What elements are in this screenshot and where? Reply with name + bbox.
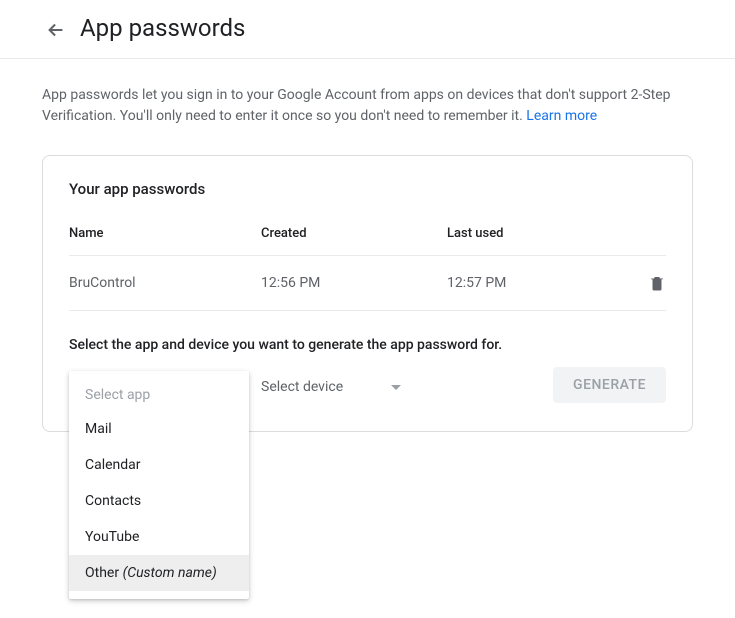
dropdown-item-other[interactable]: Other (Custom name) bbox=[69, 555, 249, 591]
column-created-header: Created bbox=[261, 226, 447, 241]
select-app-dropdown: Select app Mail Calendar Contacts YouTub… bbox=[69, 371, 249, 599]
dropdown-item-mail[interactable]: Mail bbox=[69, 411, 249, 447]
page-header: App passwords bbox=[0, 0, 735, 59]
dropdown-item-contacts[interactable]: Contacts bbox=[69, 483, 249, 519]
select-device-dropdown[interactable]: Select device bbox=[261, 371, 401, 403]
row-lastused: 12:57 PM bbox=[447, 275, 626, 291]
select-device-label: Select device bbox=[261, 379, 343, 395]
section-title: Your app passwords bbox=[69, 180, 666, 198]
app-passwords-card: Your app passwords Name Created Last use… bbox=[42, 155, 693, 432]
delete-icon[interactable] bbox=[626, 274, 666, 292]
generate-button[interactable]: GENERATE bbox=[553, 367, 666, 403]
select-app-placeholder: Select app bbox=[69, 379, 249, 411]
back-arrow-icon[interactable] bbox=[44, 18, 68, 42]
chevron-down-icon bbox=[391, 379, 401, 395]
table-row: BruControl 12:56 PM 12:57 PM bbox=[69, 256, 666, 311]
column-name-header: Name bbox=[69, 226, 261, 241]
column-lastused-header: Last used bbox=[447, 226, 626, 241]
dropdown-item-youtube[interactable]: YouTube bbox=[69, 519, 249, 555]
column-action-header bbox=[626, 226, 666, 241]
select-instruction: Select the app and device you want to ge… bbox=[69, 337, 666, 353]
row-name: BruControl bbox=[69, 275, 261, 291]
page-title: App passwords bbox=[80, 14, 245, 42]
description-text: App passwords let you sign in to your Go… bbox=[42, 85, 693, 127]
row-created: 12:56 PM bbox=[261, 275, 447, 291]
content-area: App passwords let you sign in to your Go… bbox=[0, 59, 735, 458]
other-hint: (Custom name) bbox=[123, 565, 217, 581]
learn-more-link[interactable]: Learn more bbox=[526, 108, 597, 124]
dropdown-item-calendar[interactable]: Calendar bbox=[69, 447, 249, 483]
other-label: Other bbox=[85, 565, 119, 581]
table-header: Name Created Last used bbox=[69, 226, 666, 256]
